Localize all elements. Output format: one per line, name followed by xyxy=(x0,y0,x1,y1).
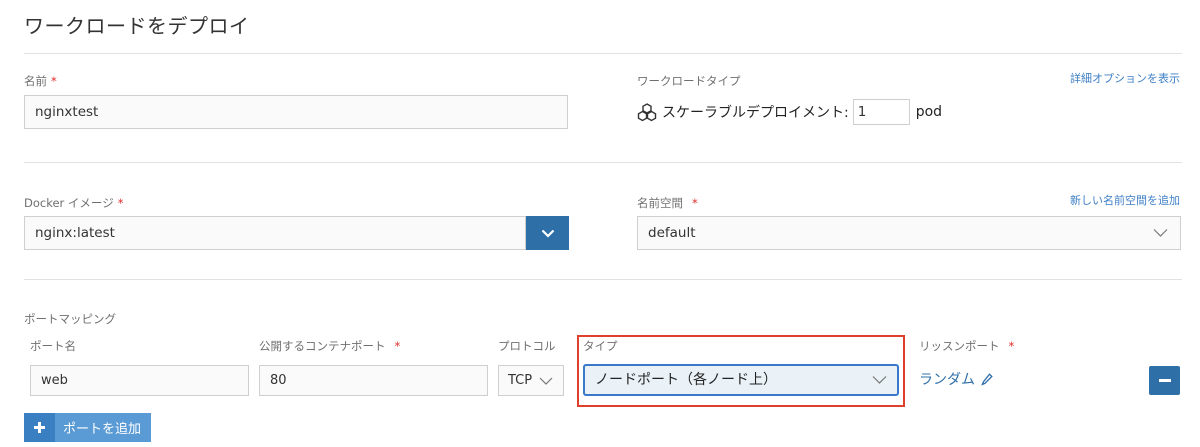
deployment-icon xyxy=(637,102,657,122)
name-label: 名前 * xyxy=(24,74,57,88)
listen-port-header: リッスンポート * xyxy=(919,339,1015,353)
required-marker: * xyxy=(394,339,401,353)
port-name-input[interactable]: web xyxy=(30,365,249,396)
divider xyxy=(24,53,1182,54)
chevron-down-icon xyxy=(872,376,887,384)
namespace-label: 名前空間 * xyxy=(637,196,698,210)
scalable-deployment-label: スケーラブルデプロイメント: xyxy=(662,105,849,121)
port-mapping-label: ポートマッピング xyxy=(24,312,116,326)
chevron-down-icon xyxy=(1153,229,1168,237)
pencil-icon xyxy=(981,372,993,386)
protocol-selected-value: TCP xyxy=(508,373,532,388)
namespace-select[interactable]: default xyxy=(637,216,1181,250)
required-marker: * xyxy=(117,196,124,210)
add-namespace-link[interactable]: 新しい名前空間を追加 xyxy=(1070,192,1180,208)
minus-icon xyxy=(1158,379,1171,382)
show-advanced-options-link[interactable]: 詳細オプションを表示 xyxy=(1070,70,1180,86)
divider xyxy=(24,162,1182,163)
scalable-deployment-row: スケーラブルデプロイメント: 1 pod xyxy=(637,99,942,125)
namespace-selected-value: default xyxy=(648,225,696,241)
required-marker: * xyxy=(51,74,57,88)
workload-type-label: ワークロードタイプ xyxy=(637,74,741,88)
listen-port-random-label: ランダム xyxy=(919,372,975,388)
container-port-input[interactable]: 80 xyxy=(259,365,488,396)
required-marker: * xyxy=(1008,339,1015,353)
docker-image-input[interactable]: nginx:latest xyxy=(24,216,526,250)
required-marker: * xyxy=(692,196,698,210)
port-type-selected-value: ノードポート（各ノード上） xyxy=(595,372,777,388)
add-port-label: ポートを追加 xyxy=(63,422,142,437)
chevron-down-icon xyxy=(539,377,553,385)
chevron-down-icon xyxy=(541,229,554,238)
remove-port-button[interactable] xyxy=(1149,366,1180,395)
pod-unit: pod xyxy=(915,104,943,120)
plus-icon xyxy=(24,413,55,442)
type-header: タイプ xyxy=(583,339,618,353)
page-title: ワークロードをデプロイ xyxy=(24,14,250,38)
add-port-button[interactable]: ポートを追加 xyxy=(24,413,152,442)
listen-port-random-link[interactable]: ランダム xyxy=(919,369,993,389)
port-name-header: ポート名 xyxy=(30,339,76,353)
name-input[interactable]: nginxtest xyxy=(24,95,568,129)
container-port-header: 公開するコンテナポート * xyxy=(259,339,401,353)
replicas-input[interactable]: 1 xyxy=(852,99,910,125)
docker-image-label: Docker イメージ * xyxy=(24,196,124,210)
port-type-select[interactable]: ノードポート（各ノード上） xyxy=(583,364,899,396)
protocol-select[interactable]: TCP xyxy=(498,365,564,396)
divider xyxy=(24,279,1182,280)
protocol-header: プロトコル xyxy=(498,339,556,353)
docker-image-dropdown-button[interactable] xyxy=(526,216,569,250)
